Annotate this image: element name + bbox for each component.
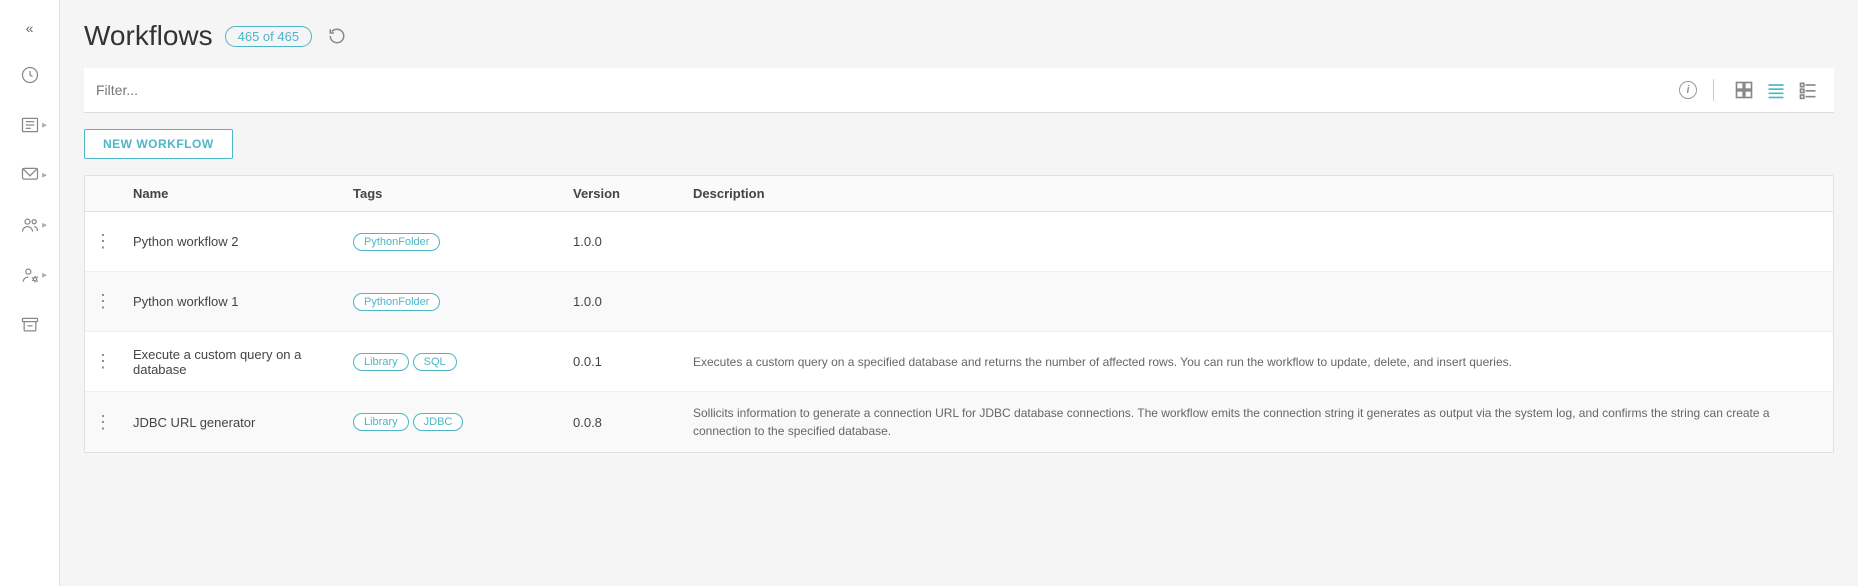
sidebar-item-user-settings[interactable]: ► xyxy=(9,254,51,296)
messages-icon xyxy=(20,165,40,185)
refresh-button[interactable] xyxy=(324,23,350,49)
main-content: Workflows 465 of 465 i xyxy=(60,0,1858,586)
sidebar-item-people[interactable]: ► xyxy=(9,204,51,246)
sidebar-item-library[interactable]: ► xyxy=(9,104,51,146)
workflow-description xyxy=(681,232,1833,252)
row-menu-button[interactable]: ⋮ xyxy=(85,223,121,260)
sidebar-item-dashboard[interactable] xyxy=(9,54,51,96)
dashboard-icon xyxy=(20,65,40,85)
tag-pill[interactable]: PythonFolder xyxy=(353,293,440,311)
workflow-tags: Library SQL xyxy=(341,343,561,381)
filter-bar: i xyxy=(84,68,1834,113)
workflow-tags: PythonFolder xyxy=(341,223,561,261)
col-name: Name xyxy=(121,176,341,211)
workflow-version: 0.0.1 xyxy=(561,344,681,379)
tag-pill[interactable]: Library xyxy=(353,353,409,371)
messages-chevron-icon: ► xyxy=(41,171,49,180)
sidebar-collapse-button[interactable]: « xyxy=(12,10,48,46)
col-version: Version xyxy=(561,176,681,211)
detail-view-button[interactable] xyxy=(1794,76,1822,104)
tag-pill[interactable]: PythonFolder xyxy=(353,233,440,251)
workflow-description xyxy=(681,292,1833,312)
col-menu xyxy=(85,176,121,211)
workflow-version: 1.0.0 xyxy=(561,224,681,259)
tag-pill[interactable]: Library xyxy=(353,413,409,431)
table-row: ⋮ Python workflow 2 PythonFolder 1.0.0 xyxy=(85,212,1833,272)
workflow-version: 0.0.8 xyxy=(561,405,681,440)
library-chevron-icon: ► xyxy=(41,121,49,130)
table-row: ⋮ JDBC URL generator Library JDBC 0.0.8 … xyxy=(85,392,1833,452)
workflow-name: Python workflow 2 xyxy=(121,224,341,259)
people-icon xyxy=(20,215,40,235)
tag-pill[interactable]: SQL xyxy=(413,353,457,371)
view-icons xyxy=(1730,76,1822,104)
sidebar-item-messages[interactable]: ► xyxy=(9,154,51,196)
people-chevron-icon: ► xyxy=(41,221,49,230)
list-icon xyxy=(1766,80,1786,100)
list-view-button[interactable] xyxy=(1762,76,1790,104)
workflow-name: Python workflow 1 xyxy=(121,284,341,319)
refresh-icon xyxy=(328,27,346,45)
table-row: ⋮ Execute a custom query on a database L… xyxy=(85,332,1833,392)
sidebar-item-archive[interactable] xyxy=(9,304,51,346)
workflows-table: Name Tags Version Description ⋮ Python w… xyxy=(84,175,1834,453)
library-icon xyxy=(20,115,40,135)
table-header: Name Tags Version Description xyxy=(85,176,1833,212)
user-settings-chevron-icon: ► xyxy=(41,271,49,280)
row-menu-button[interactable]: ⋮ xyxy=(85,343,121,380)
table-row: ⋮ Python workflow 1 PythonFolder 1.0.0 xyxy=(85,272,1833,332)
filter-input[interactable] xyxy=(96,82,1671,98)
workflow-version: 1.0.0 xyxy=(561,284,681,319)
workflow-name: Execute a custom query on a database xyxy=(121,337,341,387)
page-header: Workflows 465 of 465 xyxy=(84,20,1834,52)
workflow-description: Executes a custom query on a specified d… xyxy=(681,343,1833,381)
row-menu-button[interactable]: ⋮ xyxy=(85,283,121,320)
page-title: Workflows xyxy=(84,20,213,52)
detail-icon xyxy=(1798,80,1818,100)
collapse-icon: « xyxy=(26,20,34,36)
col-tags: Tags xyxy=(341,176,561,211)
tag-pill[interactable]: JDBC xyxy=(413,413,464,431)
workflow-tags: PythonFolder xyxy=(341,283,561,321)
sidebar: « ► ► ► xyxy=(0,0,60,586)
user-settings-icon xyxy=(20,265,40,285)
workflow-name: JDBC URL generator xyxy=(121,405,341,440)
row-menu-button[interactable]: ⋮ xyxy=(85,404,121,441)
workflow-description: Sollicits information to generate a conn… xyxy=(681,394,1833,450)
col-description: Description xyxy=(681,176,1833,211)
filter-divider xyxy=(1713,79,1714,101)
archive-icon xyxy=(20,315,40,335)
new-workflow-button[interactable]: NEW WORKFLOW xyxy=(84,129,233,159)
info-icon: i xyxy=(1679,81,1697,99)
workflow-tags: Library JDBC xyxy=(341,403,561,441)
grid-icon xyxy=(1734,80,1754,100)
count-badge: 465 of 465 xyxy=(225,26,312,47)
grid-view-button[interactable] xyxy=(1730,76,1758,104)
toolbar: NEW WORKFLOW xyxy=(84,129,1834,175)
